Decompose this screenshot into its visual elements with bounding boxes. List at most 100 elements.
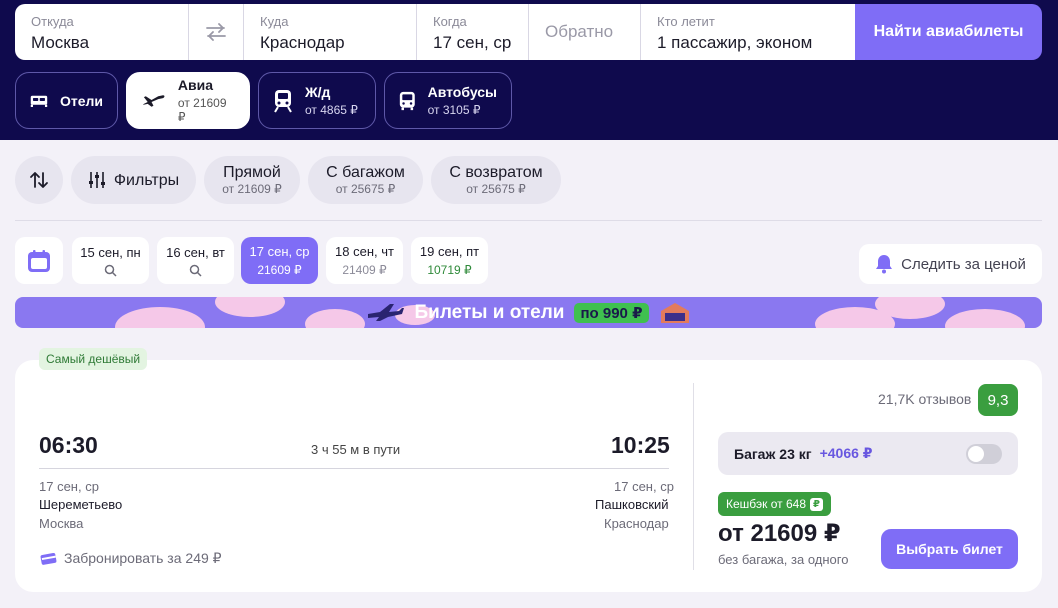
date-label: 16 сен, вт: [166, 244, 225, 260]
tab-hotels-label: Отели: [59, 92, 103, 109]
calendar-button[interactable]: [15, 237, 63, 284]
baggage-price: +4066 ₽: [819, 445, 873, 461]
card-icon: [40, 552, 57, 565]
search-icon: [104, 264, 117, 277]
tab-bus-label: Автобусы: [427, 84, 497, 100]
baggage-option[interactable]: Багаж 23 кг +4066 ₽: [718, 432, 1018, 475]
passengers-value: 1 пассажир, эконом: [657, 33, 813, 52]
filters-label: Фильтры: [113, 171, 180, 189]
reviews-count[interactable]: 21,7K отзывов: [878, 391, 971, 407]
date-option-19[interactable]: 19 сен, пт 10719 ₽: [411, 237, 488, 284]
date-label: 18 сен, чт: [335, 243, 394, 259]
filters-button[interactable]: Фильтры: [71, 156, 196, 204]
to-value: Краснодар: [260, 33, 345, 52]
find-tickets-button[interactable]: Найти авиабилеты: [855, 4, 1042, 60]
when-label: Когда: [433, 14, 467, 29]
cloud-decoration: [115, 307, 205, 328]
bed-icon: [30, 95, 48, 107]
search-form: Откуда Москва Куда Краснодар Когда 17 се…: [15, 4, 1042, 60]
plane-icon: [142, 94, 165, 107]
date-label: 17 сен, ср: [249, 243, 310, 259]
points-coin-icon: ₽: [810, 497, 823, 511]
swap-button[interactable]: [189, 4, 244, 60]
filter-direct[interactable]: Прямой от 21609 ₽: [204, 156, 300, 204]
filter-refundable-price: от 25675 ₽: [466, 182, 526, 196]
cloud-decoration: [215, 297, 285, 317]
book-for-label: Забронировать за 249 ₽: [64, 550, 222, 566]
cloud-decoration: [305, 309, 365, 328]
train-icon: [274, 89, 292, 113]
arrival-airport: Пашковский: [595, 497, 669, 512]
tab-bus-price: от 3105 ₽: [427, 103, 481, 117]
filter-refundable-label: С возвратом: [449, 164, 543, 181]
date-label: 15 сен, пн: [80, 244, 141, 260]
banner-price: по 990 ₽: [574, 302, 649, 323]
sort-icon: [30, 172, 48, 188]
departure-date: 17 сен, ср: [39, 479, 99, 494]
filter-direct-price: от 21609 ₽: [222, 182, 282, 196]
to-label: Куда: [260, 14, 289, 29]
filter-refundable[interactable]: С возвратом от 25675 ₽: [431, 156, 561, 204]
arrival-city: Краснодар: [604, 516, 669, 531]
passengers-field[interactable]: Кто летит 1 пассажир, эконом: [641, 4, 855, 60]
bus-icon: [399, 91, 415, 110]
date-price: 21609 ₽: [257, 262, 302, 277]
tab-avia[interactable]: Авиа от 21609 ₽: [126, 72, 250, 129]
date-option-16[interactable]: 16 сен, вт: [157, 237, 234, 284]
book-for-link[interactable]: Забронировать за 249 ₽: [40, 550, 222, 567]
filter-baggage[interactable]: С багажом от 25675 ₽: [308, 156, 423, 204]
date-price: 10719 ₽: [427, 262, 472, 277]
arrival-time: 10:25: [611, 432, 670, 458]
search-icon: [189, 264, 202, 277]
promo-banner[interactable]: Билеты и отели по 990 ₽: [15, 297, 1042, 328]
date-option-18[interactable]: 18 сен, чт 21409 ₽: [326, 237, 403, 284]
date-label: 19 сен, пт: [419, 243, 480, 259]
from-field[interactable]: Откуда Москва: [15, 4, 189, 60]
swap-arrows-icon: [206, 23, 226, 41]
when-field[interactable]: Когда 17 сен, ср: [417, 4, 529, 60]
date-price: 21409 ₽: [342, 262, 387, 277]
select-ticket-button[interactable]: Выбрать билет: [881, 529, 1018, 569]
cashback-badge: Кешбэк от 648 ₽: [718, 492, 831, 516]
price-note: без багажа, за одного: [718, 552, 849, 567]
rating-badge: 9,3: [978, 384, 1018, 416]
baggage-label: Багаж 23 кг: [734, 445, 812, 462]
filter-baggage-label: С багажом: [326, 164, 405, 181]
tab-bus[interactable]: Автобусы от 3105 ₽: [384, 72, 512, 129]
date-option-17-selected[interactable]: 17 сен, ср 21609 ₽: [241, 237, 318, 284]
arrival-date: 17 сен, ср: [614, 479, 674, 494]
track-price-button[interactable]: Следить за ценой: [859, 244, 1042, 284]
calendar-icon: [28, 249, 50, 272]
departure-city: Москва: [39, 516, 84, 531]
plane-icon: [368, 303, 405, 321]
track-price-label: Следить за ценой: [901, 255, 1026, 273]
to-field[interactable]: Куда Краснодар: [244, 4, 417, 60]
departure-airport: Шереметьево: [39, 497, 123, 512]
card-divider: [693, 383, 694, 570]
tab-avia-label: Авиа: [177, 77, 214, 93]
route-line: [39, 468, 669, 469]
return-date-placeholder: Обратно: [545, 22, 614, 41]
bell-icon: [876, 255, 893, 274]
ticket-price: от 21609 ₽: [718, 520, 841, 547]
tab-train-label: Ж/д: [305, 84, 331, 100]
travel-type-tabs: Отели Авиа от 21609 ₽ Ж/д от 4865 ₽ Авто…: [15, 72, 512, 129]
passengers-label: Кто летит: [657, 14, 715, 29]
flight-duration: 3 ч 55 м в пути: [311, 442, 401, 457]
divider: [15, 220, 1042, 221]
filters-icon: [88, 172, 105, 188]
return-date-field[interactable]: Обратно: [529, 4, 641, 60]
baggage-toggle[interactable]: [966, 444, 1002, 464]
sort-button[interactable]: [15, 156, 63, 204]
tab-avia-price: от 21609 ₽: [177, 96, 227, 124]
banner-text: Билеты и отели: [414, 301, 565, 323]
departure-time: 06:30: [39, 432, 98, 458]
date-option-15[interactable]: 15 сен, пн: [72, 237, 149, 284]
from-label: Откуда: [31, 14, 74, 29]
tab-hotels[interactable]: Отели: [15, 72, 118, 129]
from-value: Москва: [31, 33, 90, 52]
tab-train[interactable]: Ж/д от 4865 ₽: [258, 72, 376, 129]
cashback-label: Кешбэк от 648: [726, 497, 806, 511]
when-value: 17 сен, ср: [433, 33, 512, 52]
filter-baggage-price: от 25675 ₽: [335, 182, 396, 196]
